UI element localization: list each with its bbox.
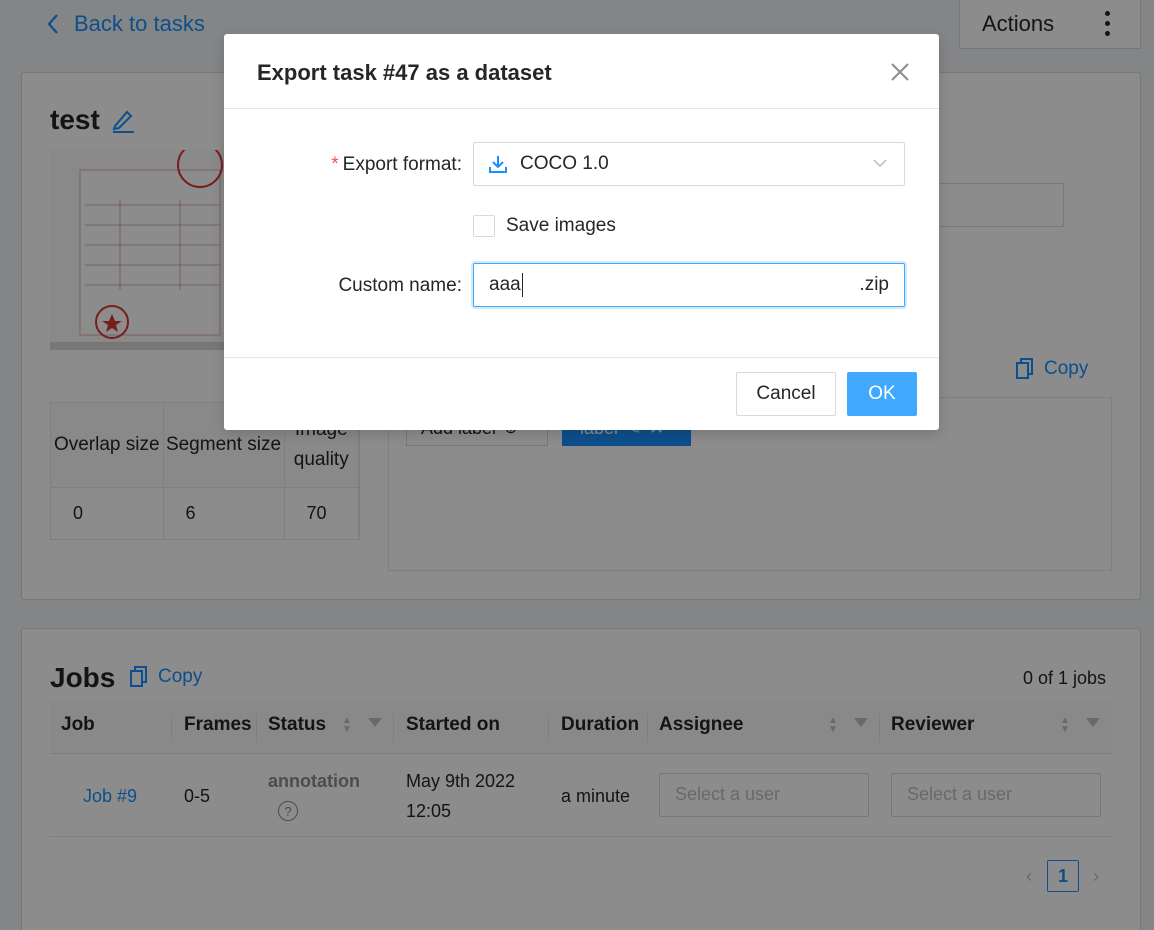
- export-format-value: COCO 1.0: [520, 153, 609, 174]
- ok-button[interactable]: OK: [847, 372, 917, 416]
- custom-name-input[interactable]: aaa .zip: [473, 263, 905, 307]
- cancel-button[interactable]: Cancel: [736, 372, 836, 416]
- close-icon[interactable]: [888, 60, 912, 84]
- custom-name-value: aaa: [489, 274, 521, 296]
- download-icon: [489, 156, 507, 173]
- modal-footer-divider: [224, 357, 939, 358]
- save-images-checkbox[interactable]: [473, 215, 495, 237]
- modal-title: Export task #47 as a dataset: [257, 60, 552, 85]
- text-caret: [521, 273, 523, 297]
- custom-name-label: Custom name:: [338, 275, 462, 296]
- chevron-down-icon: [873, 159, 887, 168]
- export-dataset-modal: Export task #47 as a dataset * Export for…: [224, 34, 939, 430]
- export-format-select[interactable]: COCO 1.0: [473, 142, 905, 186]
- custom-name-suffix: .zip: [859, 274, 889, 295]
- export-format-label: * Export format:: [331, 154, 462, 175]
- save-images-label[interactable]: Save images: [506, 215, 616, 237]
- required-marker: *: [331, 154, 339, 175]
